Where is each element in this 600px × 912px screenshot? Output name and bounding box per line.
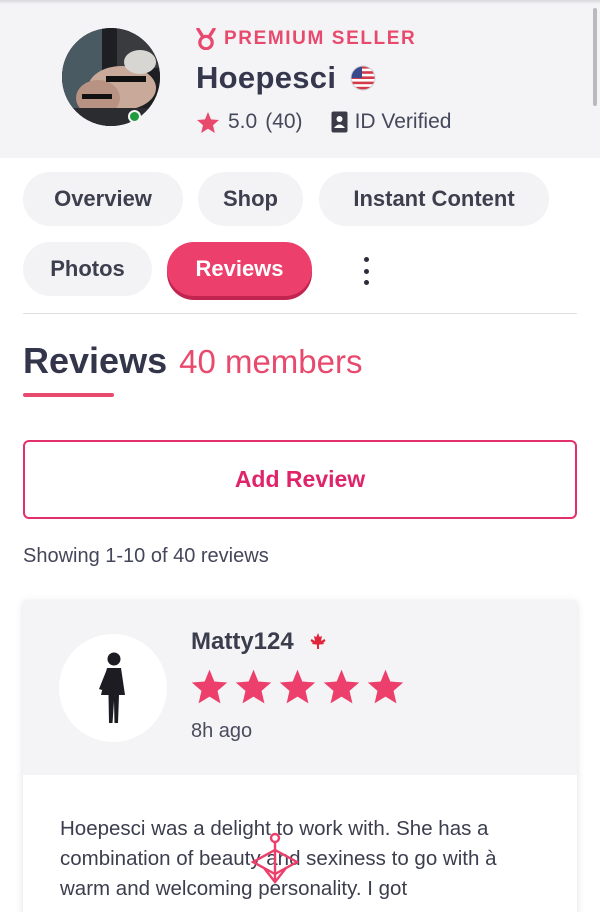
id-verified-label: ID Verified	[354, 110, 452, 133]
tab-overview[interactable]: Overview	[23, 172, 183, 226]
reviewer-name[interactable]: Matty124	[191, 628, 294, 656]
more-dot-icon	[363, 257, 369, 262]
reviews-heading: Reviews 40 members	[23, 340, 363, 382]
star-icon	[367, 669, 404, 704]
star-icon	[279, 669, 316, 704]
tab-reviews[interactable]: Reviews	[167, 242, 312, 296]
add-review-button[interactable]: Add Review	[23, 440, 577, 519]
review-stars	[190, 668, 405, 705]
review-text: Hoepesci was a delight to work with. She…	[60, 817, 497, 900]
scrollbar[interactable]	[593, 8, 597, 106]
tab-photos[interactable]: Photos	[23, 242, 152, 296]
review-time: 8h ago	[191, 720, 253, 742]
heading-underline	[23, 393, 114, 397]
reviewer-avatar[interactable]	[59, 634, 167, 742]
id-card-icon	[331, 111, 348, 133]
id-verified-badge: ID Verified	[331, 110, 452, 134]
profile-header: PREMIUM SELLER Hoepesci 5.0 (40) ID Veri…	[0, 0, 600, 158]
rating-star-icon	[197, 111, 219, 133]
canada-flag-icon	[310, 633, 326, 649]
star-icon	[191, 669, 228, 704]
us-flag-icon	[350, 65, 376, 91]
premium-seller-badge: PREMIUM SELLER	[196, 28, 416, 50]
premium-seller-label: PREMIUM SELLER	[224, 28, 417, 49]
review-card: Matty124 8h ago Hoepesci was a delight t…	[23, 601, 577, 912]
person-silhouette-icon	[99, 652, 125, 723]
avatar-photo	[62, 28, 160, 126]
star-icon	[323, 669, 360, 704]
seller-username: Hoepesci	[196, 60, 337, 95]
rating-count: (40)	[265, 110, 303, 133]
reviews-count: 40 members	[179, 343, 363, 380]
tab-instant-content[interactable]: Instant Content	[319, 172, 549, 226]
watermark-logo-icon	[250, 832, 300, 884]
more-tabs-button[interactable]	[359, 257, 373, 285]
tabs-divider	[23, 313, 577, 314]
tab-shop[interactable]: Shop	[198, 172, 303, 226]
more-dot-icon	[363, 268, 369, 274]
medal-icon	[196, 28, 216, 50]
profile-avatar[interactable]	[62, 28, 160, 126]
online-status-dot	[128, 110, 141, 123]
star-icon	[235, 669, 272, 704]
review-card-header: Matty124 8h ago	[23, 601, 577, 775]
top-edge-shadow	[0, 0, 600, 4]
more-dot-icon	[363, 280, 369, 285]
rating-value: 5.0	[228, 110, 258, 133]
reviews-title: Reviews	[23, 340, 168, 381]
showing-count-label: Showing 1-10 of 40 reviews	[23, 545, 269, 567]
